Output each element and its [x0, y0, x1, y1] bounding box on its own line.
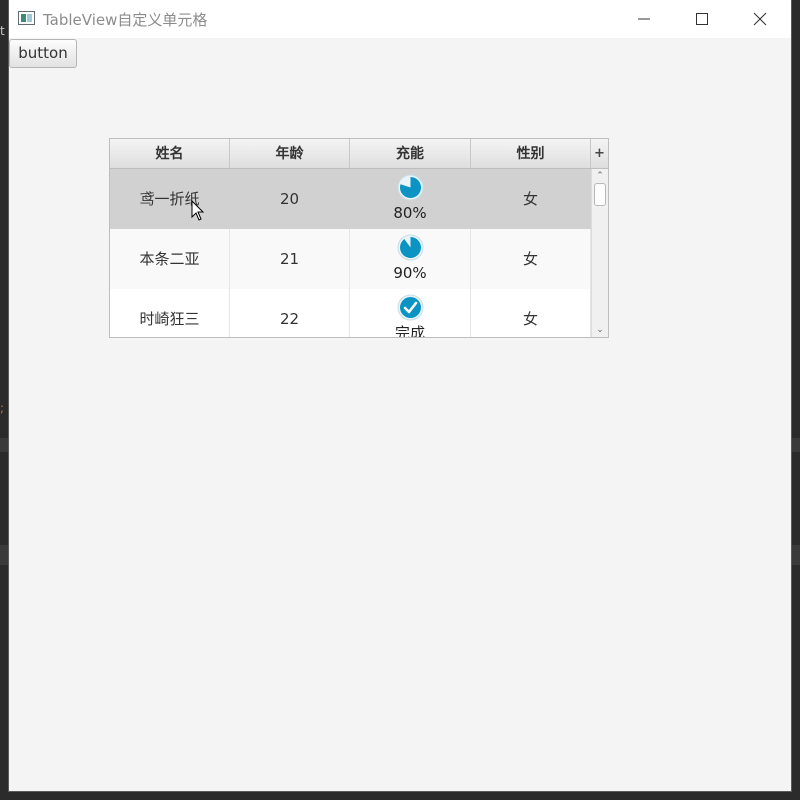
table-row[interactable]: 本条二亚 21 90% 女 — [110, 229, 591, 289]
mouse-cursor-icon — [191, 200, 205, 221]
cell-charge: 90% — [350, 229, 471, 289]
cell-gender: 女 — [471, 289, 591, 337]
maximize-icon — [696, 13, 708, 25]
cell-charge: 80% — [350, 169, 471, 229]
table-header: 姓名 年龄 充能 性别 + — [110, 139, 608, 169]
app-window: TableView自定义单元格 button 姓名 年龄 充能 性别 + 鸢一折… — [9, 0, 791, 791]
table-view[interactable]: 姓名 年龄 充能 性别 + 鸢一折纸 20 80% 女 本条二亚 21 90% … — [109, 138, 609, 338]
column-header-gender[interactable]: 性别 — [471, 139, 591, 168]
app-icon — [18, 11, 35, 25]
cell-gender: 女 — [471, 229, 591, 289]
cell-name: 本条二亚 — [110, 229, 230, 289]
progress-indicator-icon — [397, 174, 424, 201]
main-button[interactable]: button — [9, 39, 77, 68]
cell-gender: 女 — [471, 169, 591, 229]
background-fragment: t — [0, 24, 5, 38]
background-fragment: ; — [0, 401, 5, 415]
cell-name: 鸢一折纸 — [110, 169, 230, 229]
minimize-button[interactable] — [615, 0, 673, 38]
table-body: 鸢一折纸 20 80% 女 本条二亚 21 90% 女 时崎狂三 22 完成 女 — [110, 169, 591, 337]
progress-indicator-icon — [397, 294, 424, 321]
column-header-name[interactable]: 姓名 — [110, 139, 230, 168]
content-area: button 姓名 年龄 充能 性别 + 鸢一折纸 20 80% 女 本条二亚 … — [9, 38, 791, 791]
cell-age: 21 — [230, 229, 350, 289]
cell-age: 22 — [230, 289, 350, 337]
progress-label: 完成 — [394, 324, 425, 337]
vertical-scrollbar[interactable]: ⌃ ⌄ — [591, 169, 608, 337]
cell-charge: 完成 — [350, 289, 471, 337]
title-bar[interactable]: TableView自定义单元格 — [9, 0, 791, 38]
progress-label: 90% — [393, 264, 427, 282]
column-header-age[interactable]: 年龄 — [230, 139, 350, 168]
table-row[interactable]: 时崎狂三 22 完成 女 — [110, 289, 591, 337]
column-header-charge[interactable]: 充能 — [350, 139, 471, 168]
window-title: TableView自定义单元格 — [43, 11, 208, 29]
scroll-down-icon[interactable]: ⌄ — [592, 323, 608, 337]
close-icon — [753, 12, 767, 26]
minimize-icon — [638, 18, 650, 20]
column-menu-plus-icon[interactable]: + — [591, 139, 608, 168]
progress-indicator-icon — [397, 234, 424, 261]
close-button[interactable] — [731, 0, 789, 38]
cell-name: 时崎狂三 — [110, 289, 230, 337]
scroll-up-icon[interactable]: ⌃ — [592, 169, 608, 183]
table-row[interactable]: 鸢一折纸 20 80% 女 — [110, 169, 591, 229]
cell-age: 20 — [230, 169, 350, 229]
progress-label: 80% — [393, 204, 427, 222]
maximize-button[interactable] — [673, 0, 731, 38]
scrollbar-thumb[interactable] — [594, 183, 606, 206]
